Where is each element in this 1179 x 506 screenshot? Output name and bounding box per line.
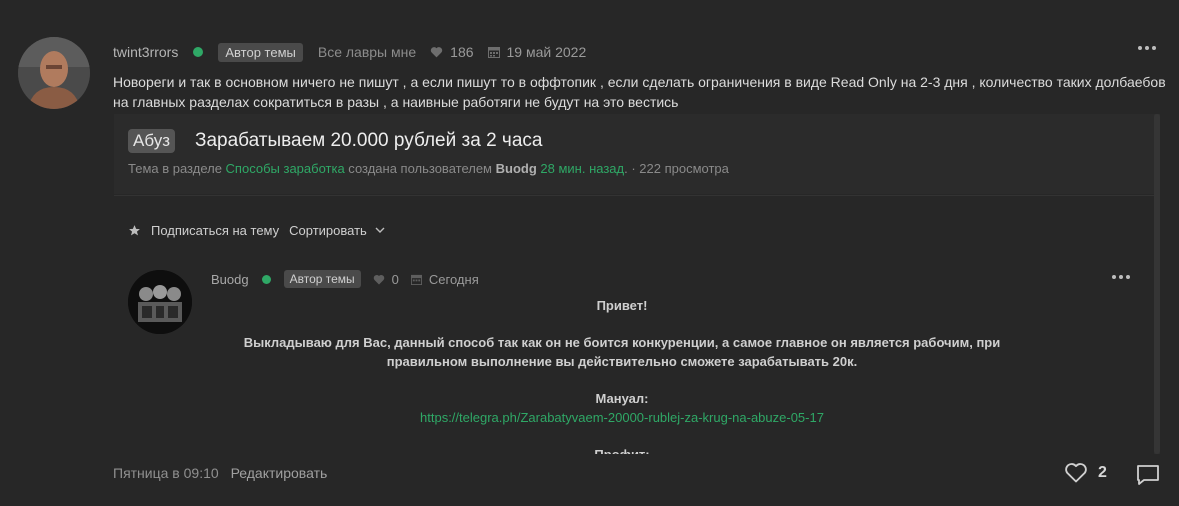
scrollbar-thumb[interactable] <box>1154 114 1160 454</box>
forum-post: twint3rrors Автор темы Все лавры мне 186… <box>0 0 1179 506</box>
online-indicator <box>261 274 271 284</box>
thread-info-text: Тема в разделе <box>128 161 226 176</box>
more-options-icon[interactable] <box>1112 275 1130 279</box>
like-button[interactable]: 2 <box>1064 462 1107 483</box>
username[interactable]: twint3rrors <box>113 44 178 60</box>
thread-info-text-2: создана пользователем <box>344 161 496 176</box>
inner-date-value: Сегодня <box>428 271 479 287</box>
sort-dropdown[interactable]: Сортировать <box>289 223 385 238</box>
post-time: Пятница в 09:10 <box>113 465 219 481</box>
star-icon <box>129 224 140 235</box>
avatar[interactable] <box>18 37 90 109</box>
divider <box>114 195 1154 196</box>
online-indicator <box>193 47 204 57</box>
calendar-icon <box>410 274 422 285</box>
chevron-down-icon <box>375 227 385 233</box>
manual-link[interactable]: https://telegra.ph/Zarabatyvaem-20000-ru… <box>211 408 1033 427</box>
thread-author-link[interactable]: Buodg <box>496 161 537 176</box>
embed-scrollbar[interactable] <box>1154 114 1160 454</box>
heart-icon <box>430 47 443 58</box>
manual-label: Мануал: <box>595 391 649 406</box>
greeting-text: Привет! <box>596 298 648 313</box>
author-badge: Автор темы <box>218 42 303 62</box>
subscribe-button[interactable]: Подписаться на тему <box>151 223 279 238</box>
reply-icon[interactable] <box>1136 464 1160 491</box>
post-meta: twint3rrors Автор темы Все лавры мне 186… <box>113 42 587 62</box>
thread-title[interactable]: Зарабатываем 20.000 рублей за 2 часа <box>195 130 542 152</box>
sort-label: Сортировать <box>289 222 367 238</box>
inner-likes: 0 <box>373 272 399 287</box>
author-badge: Автор темы <box>283 270 361 288</box>
inner-username[interactable]: Buodg <box>211 272 249 287</box>
post-body: Новореги и так в основном ничего не пишу… <box>113 74 1166 110</box>
thread-info: Тема в разделе Способы заработка создана… <box>128 161 729 176</box>
date-value: 19 май 2022 <box>506 44 587 60</box>
user-status: Все лавры мне <box>317 44 417 60</box>
views-count: . · 222 просмотра <box>624 161 729 176</box>
thread-prefix: Абуз <box>128 129 175 153</box>
post-footer: Пятница в 09:10 Редактировать <box>113 465 327 481</box>
edit-link[interactable]: Редактировать <box>231 465 328 481</box>
heart-icon <box>373 274 384 284</box>
inner-date: Сегодня <box>410 271 479 287</box>
time-ago: 28 мин. назад <box>540 161 625 176</box>
more-options-icon[interactable] <box>1138 40 1162 56</box>
heart-outline-icon <box>1065 463 1087 483</box>
description-text: Выкладываю для Вас, данный способ так ка… <box>243 335 1001 369</box>
inner-post-body: Привет! Выкладываю для Вас, данный спосо… <box>211 296 1033 454</box>
inner-post-meta: Buodg Автор темы 0 Сегодня <box>211 270 479 288</box>
inner-avatar[interactable] <box>128 270 192 334</box>
embedded-thread-preview[interactable]: Абуз Зарабатываем 20.000 рублей за 2 час… <box>114 114 1164 454</box>
thread-toolbar: Подписаться на тему Сортировать <box>128 221 385 239</box>
calendar-icon <box>487 47 500 58</box>
post-date: 19 май 2022 <box>487 44 587 60</box>
profit-label: Профит: <box>211 445 1033 454</box>
inner-likes-value: 0 <box>391 271 399 287</box>
reaction-count: 2 <box>1098 463 1107 481</box>
thread-header: Абуз Зарабатываем 20.000 рублей за 2 час… <box>114 114 1154 194</box>
likes-count: 186 <box>430 44 474 60</box>
section-link[interactable]: Способы заработка <box>226 161 345 176</box>
likes-value: 186 <box>450 44 474 60</box>
